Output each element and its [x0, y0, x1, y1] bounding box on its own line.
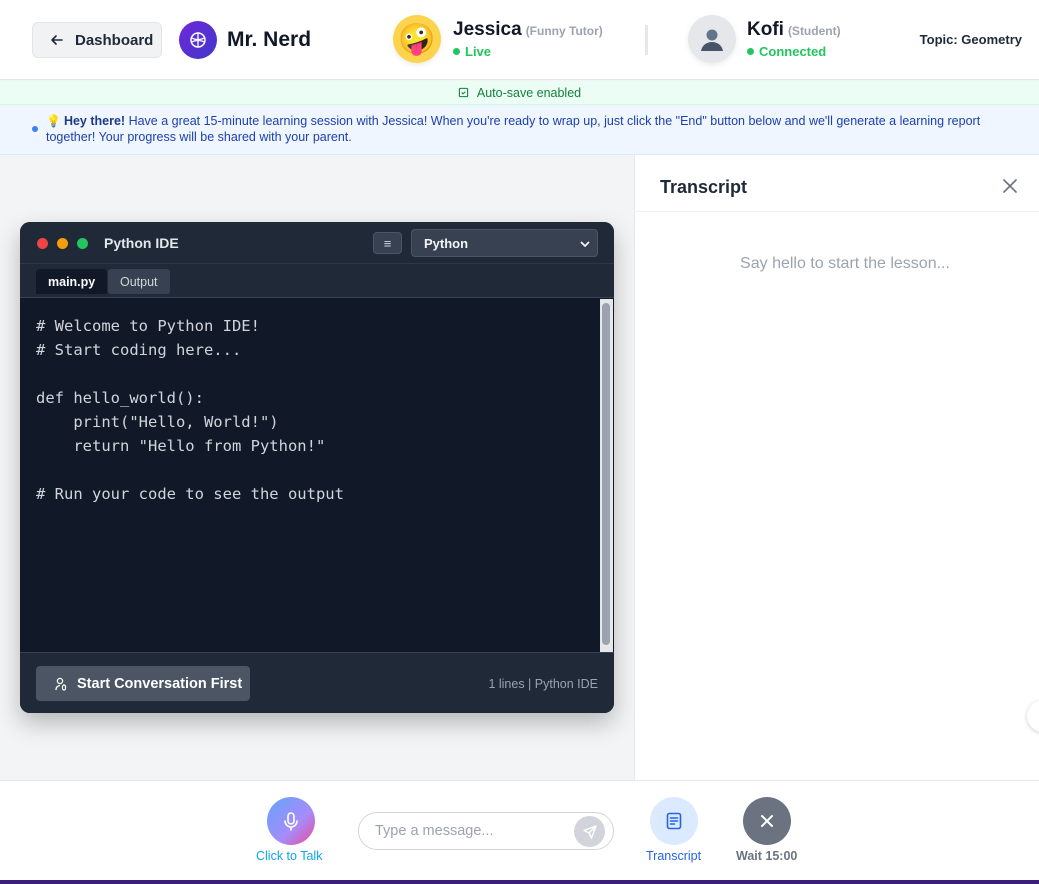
brand-name: Mr. Nerd — [227, 28, 312, 51]
send-button[interactable] — [574, 816, 605, 847]
dashboard-button[interactable]: Dashboard — [32, 22, 162, 58]
user-mic-icon — [55, 677, 67, 691]
transcript-button-label: Transcript — [646, 849, 702, 863]
microphone-button[interactable] — [267, 797, 315, 845]
editor-scrollbar[interactable] — [600, 299, 613, 652]
language-value: Python — [424, 235, 469, 251]
tutor-avatar: 🤪 — [393, 15, 441, 63]
ide-footer: Start Conversation First 1 lines | Pytho… — [20, 652, 614, 713]
message-input[interactable] — [375, 821, 575, 841]
tab-main-py[interactable]: main.py — [36, 269, 108, 294]
ide-tabs: main.py Output — [20, 264, 614, 298]
ide-titlebar: Python IDE ≡ Python — [20, 222, 614, 264]
window-close-dot[interactable] — [37, 238, 48, 249]
brain-logo-icon — [179, 21, 217, 59]
code-editor[interactable]: # Welcome to Python IDE! # Start coding … — [36, 314, 344, 506]
header-divider — [645, 25, 648, 55]
info-notice: 💡 Hey there! Have a great 15-minute learn… — [0, 105, 1039, 155]
wait-timer-label: Wait 15:00 — [736, 849, 798, 863]
transcript-panel: Transcript Say hello to start the lesson… — [634, 155, 1039, 780]
notice-message: Have a great 15-minute learning session … — [46, 114, 981, 144]
ide-title: Python IDE — [104, 235, 179, 251]
transcript-button[interactable] — [650, 797, 698, 845]
tutor-name: Jessica — [453, 19, 522, 40]
close-icon[interactable] — [1001, 177, 1019, 195]
student-name: Kofi — [747, 19, 784, 40]
student-info: Kofi (Student) Connected — [688, 15, 841, 63]
tutor-role: (Funny Tutor) — [525, 24, 603, 38]
brand: Mr. Nerd — [179, 21, 311, 59]
language-select[interactable]: Python — [411, 229, 598, 257]
header: Dashboard Mr. Nerd 🤪 Jessica (Funny Tutor… — [0, 0, 1039, 80]
notice-dot-icon — [32, 126, 38, 132]
bottom-controls: Click to Talk Transcript Wait 15:00 — [0, 780, 1039, 880]
chevron-down-icon — [580, 241, 590, 247]
close-icon — [761, 815, 773, 827]
live-dot-icon — [453, 48, 460, 55]
document-icon — [666, 812, 682, 830]
connected-dot-icon — [747, 48, 754, 55]
tutor-info: 🤪 Jessica (Funny Tutor) Live — [393, 15, 603, 63]
save-icon — [458, 87, 469, 98]
click-to-talk-label: Click to Talk — [256, 849, 323, 863]
bottom-strip — [0, 880, 1039, 884]
transcript-title: Transcript — [660, 177, 748, 197]
notice-greeting: Hey there! — [63, 114, 126, 128]
student-role: (Student) — [787, 24, 841, 38]
send-icon — [582, 824, 597, 839]
dashboard-label: Dashboard — [75, 31, 154, 49]
lightbulb-icon: 💡 — [46, 114, 61, 128]
topic-label: Topic: Geometry — [919, 32, 1022, 47]
end-session-button[interactable] — [743, 797, 791, 845]
start-conversation-label: Start Conversation First — [77, 675, 243, 692]
start-conversation-button[interactable]: Start Conversation First — [36, 666, 250, 701]
user-avatar-icon — [688, 15, 736, 63]
student-status-text: Connected — [759, 44, 827, 59]
window-minimize-dot[interactable] — [57, 238, 68, 249]
autosave-text: Auto-save enabled — [476, 85, 582, 100]
window-maximize-dot[interactable] — [77, 238, 88, 249]
arrow-left-icon — [51, 35, 63, 45]
transcript-header: Transcript — [635, 155, 1039, 212]
menu-icon[interactable]: ≡ — [373, 232, 402, 254]
ide-status: 1 lines | Python IDE — [488, 677, 598, 691]
tutor-status-text: Live — [465, 44, 492, 59]
tab-output[interactable]: Output — [108, 269, 170, 294]
microphone-icon — [284, 812, 298, 831]
autosave-bar: Auto-save enabled — [0, 81, 1039, 105]
python-ide: Python IDE ≡ Python main.py Output # Wel… — [20, 222, 614, 713]
scrollbar-thumb[interactable] — [602, 303, 610, 645]
transcript-empty-text: Say hello to start the lesson... — [740, 255, 950, 272]
tutor-status: Live — [453, 44, 603, 59]
message-input-box — [358, 812, 614, 850]
student-status: Connected — [747, 44, 841, 59]
